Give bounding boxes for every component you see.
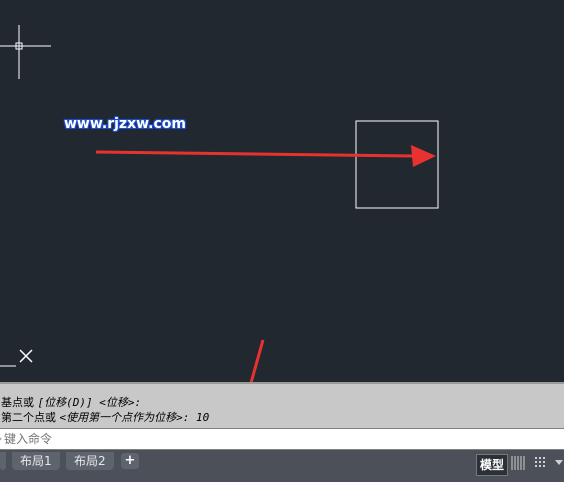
tab-layout1[interactable]: 布局1 xyxy=(12,452,60,470)
grid-icon[interactable] xyxy=(511,456,525,470)
chevron-right-icon: › xyxy=(0,432,2,445)
pointer-arrow-horizontal xyxy=(95,145,436,167)
tab-layout2[interactable]: 布局2 xyxy=(66,452,114,470)
command-line[interactable]: › xyxy=(0,428,564,450)
snap-icon[interactable] xyxy=(534,456,548,470)
tab-model-edge[interactable] xyxy=(0,452,6,470)
layout-tab-bar: 布局1 布局2 + 模型 xyxy=(0,450,564,482)
ucs-icon xyxy=(0,349,33,367)
drawing-area xyxy=(0,25,439,405)
command-history: 基点或 [位移(D)] <位移>: 第二个点或 <使用第一个点作为位移>: 10 xyxy=(0,382,564,428)
pointer-arrow-diagonal xyxy=(238,339,265,405)
model-space-button[interactable]: 模型 xyxy=(476,454,509,476)
command-input[interactable] xyxy=(4,431,544,447)
chevron-down-icon[interactable] xyxy=(555,460,564,466)
history-line-1: 基点或 [位移(D)] <位移>: xyxy=(1,396,142,409)
crosshair-icon xyxy=(0,25,51,79)
square-shape[interactable] xyxy=(355,120,439,209)
history-line-2: 第二个点或 <使用第一个点作为位移>: 10 xyxy=(1,411,210,424)
watermark: www.rjzxw.com xyxy=(64,116,186,132)
add-layout-button[interactable]: + xyxy=(121,453,139,469)
drawing-canvas[interactable]: www.rjzxw.com xyxy=(0,0,564,405)
